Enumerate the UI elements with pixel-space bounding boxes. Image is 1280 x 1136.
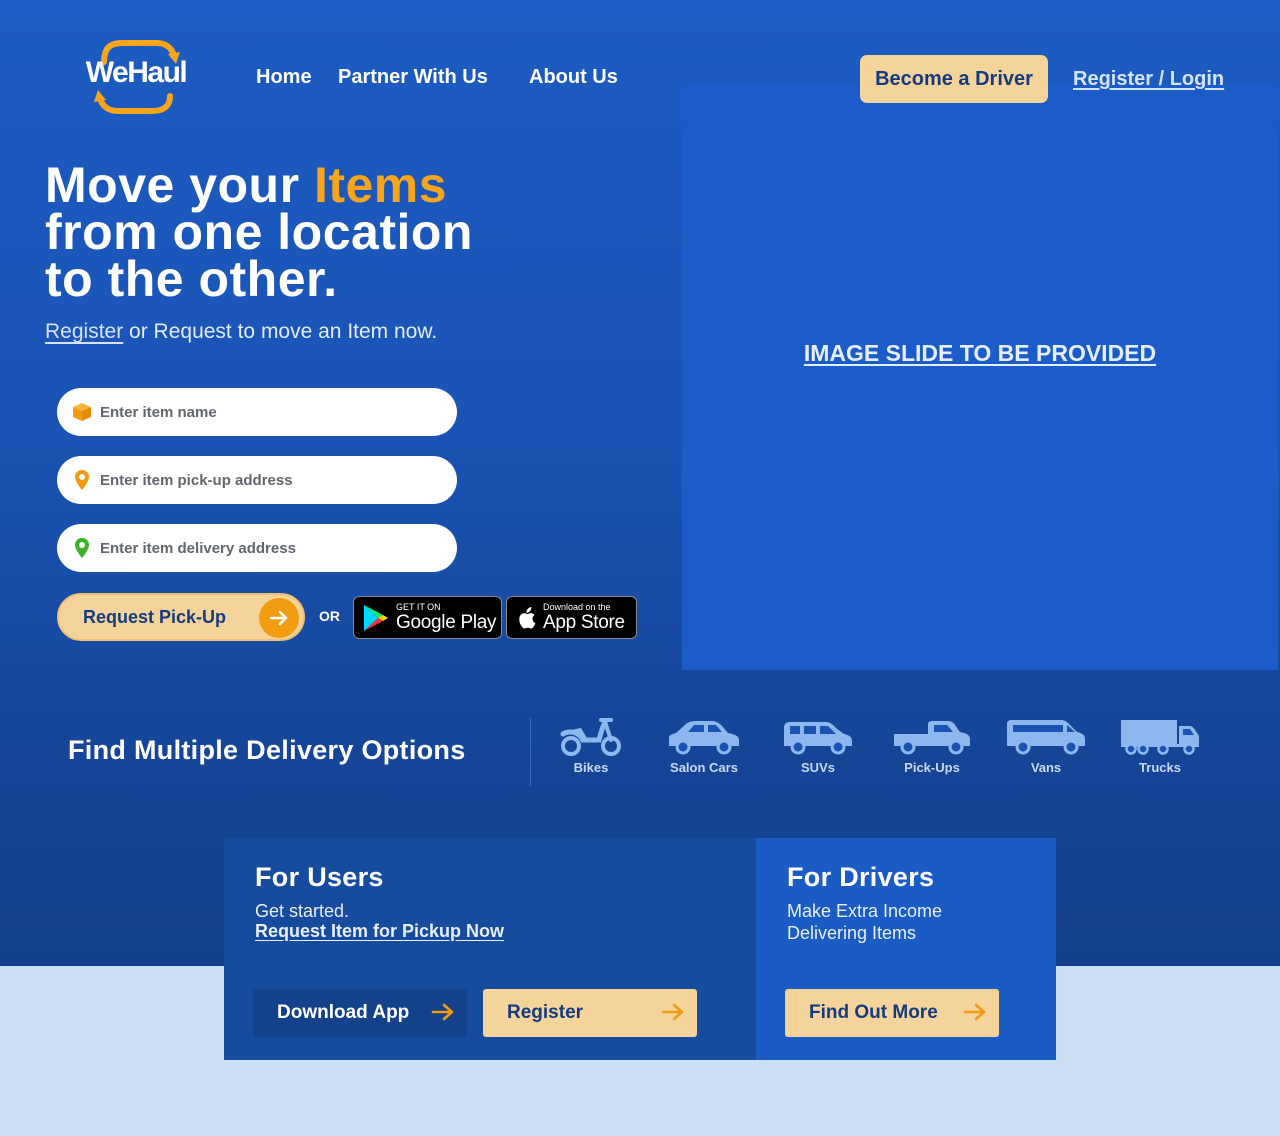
vehicle-label: Trucks	[1139, 760, 1181, 775]
vehicle-salon-cars[interactable]: Salon Cars	[656, 716, 752, 775]
delivery-address-field[interactable]	[57, 524, 457, 572]
pickup-address-input[interactable]	[100, 471, 440, 489]
pickup-address-field[interactable]	[57, 456, 457, 504]
truck-icon	[1121, 720, 1199, 755]
download-app-button[interactable]: Download App	[253, 989, 467, 1037]
arrow-right-icon	[431, 1002, 455, 1028]
or-label: OR	[319, 608, 340, 624]
nav-home[interactable]: Home	[256, 66, 312, 89]
for-drivers-card: For Drivers Make Extra Income Delivering…	[756, 838, 1056, 1060]
for-users-card: For Users Get started. Request Item for …	[224, 838, 756, 1060]
drivers-card-text-line2: Delivering Items	[787, 923, 917, 943]
image-slide-placeholder-link[interactable]: IMAGE SLIDE TO BE PROVIDED	[682, 340, 1278, 367]
delivery-address-input[interactable]	[100, 539, 440, 557]
item-name-input[interactable]	[100, 403, 440, 421]
drivers-card-text-line1: Make Extra Income	[787, 901, 943, 921]
become-driver-button[interactable]: Become a Driver	[860, 55, 1048, 103]
find-out-more-button[interactable]: Find Out More	[785, 989, 999, 1037]
box-icon	[71, 401, 93, 423]
find-out-more-label: Find Out More	[809, 1002, 938, 1023]
download-app-label: Download App	[277, 1002, 410, 1023]
app-store-small-text: Download on the	[543, 602, 611, 612]
app-store-big-text: App Store	[543, 612, 625, 633]
vehicle-label: Bikes	[573, 760, 609, 775]
drivers-card-text: Make Extra Income Delivering Items	[787, 900, 942, 944]
request-item-pickup-link[interactable]: Request Item for Pickup Now	[255, 921, 504, 942]
drivers-card-title: For Drivers	[787, 862, 935, 892]
vehicle-label: Vans	[1030, 760, 1062, 775]
car-icon	[669, 721, 739, 755]
users-card-text: Get started.	[255, 901, 350, 921]
arrow-right-icon	[963, 1002, 987, 1028]
apple-icon	[516, 606, 536, 630]
hero-headline: Move your Items from one location to the…	[45, 160, 605, 307]
register-button[interactable]: Register	[483, 989, 697, 1037]
vehicle-pick-ups[interactable]: Pick-Ups	[884, 716, 980, 775]
location-pin-orange-icon	[71, 469, 93, 491]
headline-line2: from one location	[45, 204, 473, 260]
location-pin-green-icon	[71, 537, 93, 559]
register-login-link[interactable]: Register / Login	[1073, 68, 1224, 91]
vehicle-vans[interactable]: Vans	[998, 716, 1094, 775]
headline-line3: to the other.	[45, 251, 338, 307]
hero-subline: Register or Request to move an Item now.	[45, 320, 437, 344]
suv-icon	[784, 722, 852, 755]
arrow-right-icon	[661, 1002, 685, 1028]
subline-register-link[interactable]: Register	[45, 320, 123, 343]
vehicle-label: Pick-Ups	[904, 760, 960, 775]
bike-icon	[560, 718, 621, 756]
google-play-small-text: GET IT ON	[396, 602, 441, 612]
register-label: Register	[507, 1002, 584, 1023]
options-divider	[530, 718, 531, 786]
users-card-title: For Users	[255, 862, 384, 892]
vehicle-suvs[interactable]: SUVs	[770, 716, 866, 775]
image-slide-area: IMAGE SLIDE TO BE PROVIDED	[682, 84, 1278, 670]
item-name-field[interactable]	[57, 388, 457, 436]
google-play-icon	[363, 604, 389, 632]
request-pickup-button[interactable]: Request Pick-Up	[57, 593, 305, 641]
google-play-big-text: Google Play	[396, 612, 497, 633]
nav-partner-with-us[interactable]: Partner With Us	[338, 66, 488, 89]
vehicle-trucks[interactable]: Trucks	[1112, 716, 1208, 775]
delivery-options-title: Find Multiple Delivery Options	[68, 735, 466, 765]
google-play-badge[interactable]: GET IT ON Google Play	[353, 596, 502, 639]
vehicle-label: Salon Cars	[670, 760, 738, 775]
arrow-right-icon	[259, 598, 299, 638]
vehicle-label: SUVs	[801, 760, 835, 775]
logo-text: WeHaul	[85, 56, 188, 89]
pickup-truck-icon	[894, 721, 970, 755]
van-icon	[1007, 720, 1085, 755]
nav-about-us[interactable]: About Us	[529, 66, 618, 89]
vehicle-bikes[interactable]: Bikes	[543, 716, 639, 775]
app-store-badge[interactable]: Download on the App Store	[506, 596, 637, 639]
wehaul-logo[interactable]: WeHaul	[80, 40, 192, 114]
subline-text: or Request to move an Item now.	[123, 320, 438, 343]
request-pickup-label: Request Pick-Up	[83, 606, 227, 627]
